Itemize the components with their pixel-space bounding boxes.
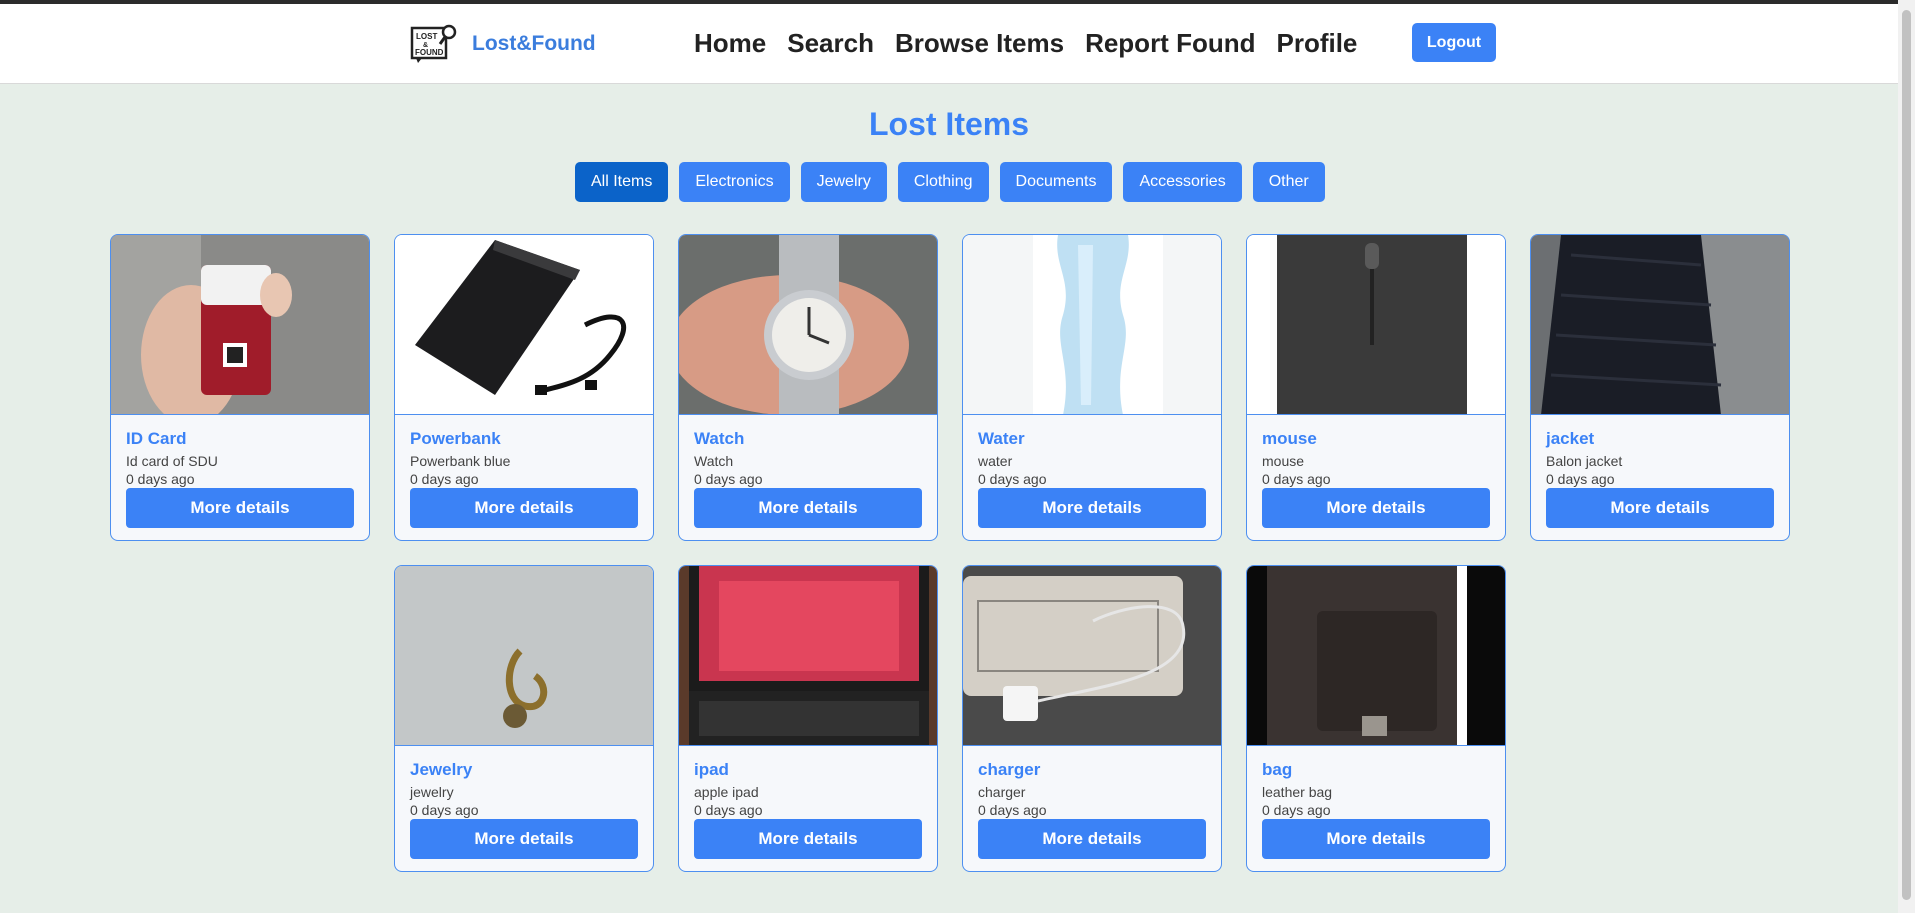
item-card[interactable]: Jewelry jewelry 0 days ago More details <box>394 565 654 872</box>
main-nav: Home Search Browse Items Report Found Pr… <box>694 28 1378 59</box>
item-date: 0 days ago <box>978 471 1047 487</box>
item-title[interactable]: Powerbank <box>410 429 501 449</box>
item-date: 0 days ago <box>694 802 763 818</box>
more-details-button[interactable]: More details <box>1262 819 1490 859</box>
nav-home[interactable]: Home <box>694 28 766 59</box>
item-description: Id card of SDU <box>126 453 218 469</box>
filter-other[interactable]: Other <box>1252 162 1325 202</box>
svg-text:LOST: LOST <box>416 32 437 41</box>
item-card[interactable]: jacket Balon jacket 0 days ago More deta… <box>1530 234 1790 541</box>
item-title[interactable]: ID Card <box>126 429 186 449</box>
mouse-photo <box>1247 235 1505 415</box>
item-description: Powerbank blue <box>410 453 511 469</box>
item-description: mouse <box>1262 453 1305 469</box>
category-filters: All Items Electronics Jewelry Clothing D… <box>575 162 1336 202</box>
item-title[interactable]: jacket <box>1546 429 1594 449</box>
item-card[interactable]: Powerbank Powerbank blue 0 days ago More… <box>394 234 654 541</box>
item-card[interactable]: bag leather bag 0 days ago More details <box>1246 565 1506 872</box>
scrollbar-thumb[interactable] <box>1902 10 1911 900</box>
logout-button[interactable]: Logout <box>1412 23 1496 62</box>
ipad-photo <box>679 566 937 746</box>
item-title[interactable]: bag <box>1262 760 1292 780</box>
item-date: 0 days ago <box>410 802 479 818</box>
more-details-button[interactable]: More details <box>1546 488 1774 528</box>
filter-documents[interactable]: Documents <box>999 162 1113 202</box>
filter-all-items[interactable]: All Items <box>575 162 669 202</box>
item-date: 0 days ago <box>1262 802 1331 818</box>
item-description: charger <box>978 784 1026 800</box>
item-date: 0 days ago <box>1262 471 1331 487</box>
water-bottle-photo <box>963 235 1221 415</box>
brand-name[interactable]: Lost&Found <box>472 32 596 56</box>
filter-accessories[interactable]: Accessories <box>1123 162 1242 202</box>
item-date: 0 days ago <box>126 471 195 487</box>
powerbank-photo <box>395 235 653 415</box>
item-card[interactable]: ID Card Id card of SDU 0 days ago More d… <box>110 234 370 541</box>
more-details-button[interactable]: More details <box>410 488 638 528</box>
more-details-button[interactable]: More details <box>978 819 1206 859</box>
page-title: Lost Items <box>868 106 1030 142</box>
item-card[interactable]: charger charger 0 days ago More details <box>962 565 1222 872</box>
item-title[interactable]: mouse <box>1262 429 1317 449</box>
nav-browse-items[interactable]: Browse Items <box>895 28 1064 59</box>
earring-photo <box>395 566 653 746</box>
item-description: Balon jacket <box>1546 453 1623 469</box>
more-details-button[interactable]: More details <box>1262 488 1490 528</box>
item-title[interactable]: Watch <box>694 429 744 449</box>
more-details-button[interactable]: More details <box>126 488 354 528</box>
item-card[interactable]: ipad apple ipad 0 days ago More details <box>678 565 938 872</box>
item-date: 0 days ago <box>1546 471 1615 487</box>
id-card-photo <box>111 235 369 415</box>
item-title[interactable]: Water <box>978 429 1025 449</box>
more-details-button[interactable]: More details <box>694 488 922 528</box>
bag-photo <box>1247 566 1505 746</box>
item-title[interactable]: Jewelry <box>410 760 472 780</box>
navbar: LOST & FOUND Lost&Found Home Search Brow… <box>0 4 1898 84</box>
item-description: jewelry <box>410 784 454 800</box>
nav-report-found[interactable]: Report Found <box>1085 28 1255 59</box>
item-title[interactable]: charger <box>978 760 1040 780</box>
item-description: apple ipad <box>694 784 759 800</box>
item-card[interactable]: Water water 0 days ago More details <box>962 234 1222 541</box>
item-date: 0 days ago <box>694 471 763 487</box>
filter-clothing[interactable]: Clothing <box>897 162 989 202</box>
watch-photo <box>679 235 937 415</box>
charger-photo <box>963 566 1221 746</box>
item-card[interactable]: Watch Watch 0 days ago More details <box>678 234 938 541</box>
filter-electronics[interactable]: Electronics <box>679 162 790 202</box>
nav-profile[interactable]: Profile <box>1276 28 1357 59</box>
item-description: leather bag <box>1262 784 1333 800</box>
item-card[interactable]: mouse mouse 0 days ago More details <box>1246 234 1506 541</box>
filter-jewelry[interactable]: Jewelry <box>800 162 887 202</box>
jacket-photo <box>1531 235 1789 415</box>
item-description: Watch <box>694 453 734 469</box>
more-details-button[interactable]: More details <box>694 819 922 859</box>
lost-found-logo[interactable]: LOST & FOUND <box>410 24 460 64</box>
more-details-button[interactable]: More details <box>978 488 1206 528</box>
more-details-button[interactable]: More details <box>410 819 638 859</box>
item-date: 0 days ago <box>410 471 479 487</box>
item-title[interactable]: ipad <box>694 760 729 780</box>
svg-text:FOUND: FOUND <box>415 48 444 57</box>
item-date: 0 days ago <box>978 802 1047 818</box>
item-description: water <box>978 453 1013 469</box>
nav-search[interactable]: Search <box>787 28 874 59</box>
